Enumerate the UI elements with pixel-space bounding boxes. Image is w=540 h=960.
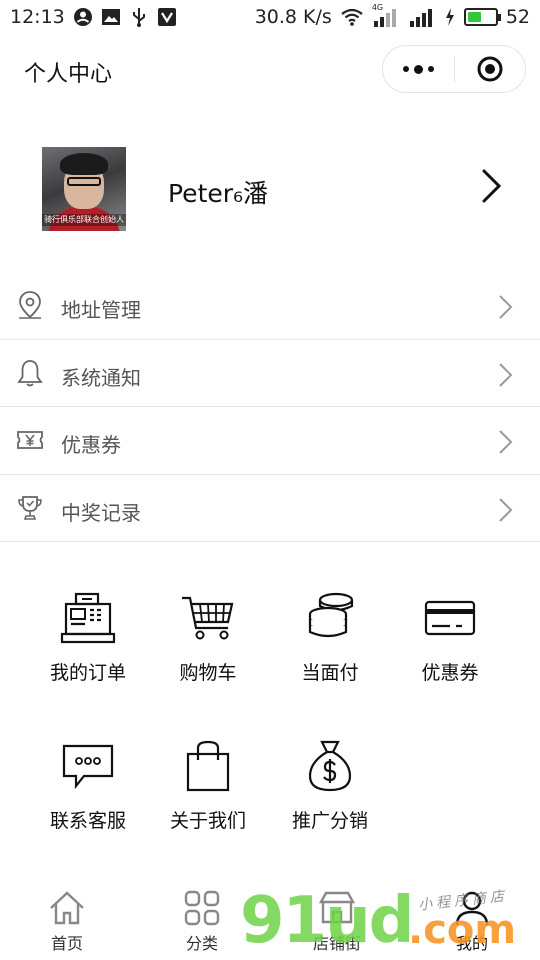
tab-mine[interactable]: 我的: [427, 884, 517, 960]
menu-item-label: 优惠券: [61, 433, 121, 457]
avatar[interactable]: 骑行俱乐部联合创始人: [42, 147, 126, 231]
grid-item-label: 购物车: [179, 662, 237, 684]
title-bar: 个人中心: [0, 34, 540, 106]
tab-store-street[interactable]: 店铺街: [292, 884, 382, 960]
chevron-right-icon: [499, 362, 513, 387]
location-pin-icon: [19, 291, 41, 319]
chevron-right-icon[interactable]: [480, 168, 504, 204]
chat-bubble-icon: [62, 744, 114, 790]
menu-item-prize-record[interactable]: 中奖记录: [0, 475, 540, 542]
store-icon: [318, 891, 356, 924]
chevron-right-icon: [499, 497, 513, 522]
grid-item-my-orders[interactable]: 我的订单: [28, 582, 148, 702]
usb-icon: [132, 8, 145, 27]
menu-list: 地址管理 系统通知 优惠券 中奖记录: [0, 272, 540, 542]
profile-card[interactable]: 骑行俱乐部联合创始人 Peter₆潘: [0, 128, 540, 248]
grid-item-face-pay[interactable]: 当面付: [270, 582, 390, 702]
wifi-icon: [341, 8, 363, 26]
status-time: 12:13: [10, 6, 65, 28]
money-bag-icon: [308, 740, 352, 792]
image-icon: [101, 9, 120, 25]
menu-item-label: 地址管理: [61, 298, 141, 322]
shopping-cart-icon: [182, 596, 234, 640]
coupon-ticket-icon: [17, 431, 43, 449]
target-circle-icon[interactable]: [455, 46, 526, 92]
tab-label: 我的: [455, 934, 488, 953]
home-icon: [50, 891, 84, 925]
feature-grid: 我的订单 购物车 当面付 优惠券 联系客服 关于我们 推广分销: [0, 572, 540, 872]
bell-icon: [17, 359, 43, 386]
miniprogram-capsule: [382, 45, 526, 93]
more-dots-icon[interactable]: [383, 46, 454, 92]
grid-item-label: 推广分销: [291, 810, 368, 832]
grid-item-coupon[interactable]: 优惠券: [390, 582, 510, 702]
network-speed: 30.8 K/s: [254, 6, 332, 28]
grid-item-label: 当面付: [301, 662, 359, 684]
menu-item-label: 中奖记录: [61, 500, 141, 525]
status-bar: 12:13 30.8 K/s 4G 52: [0, 0, 540, 34]
menu-item-label: 系统通知: [61, 365, 141, 390]
grid-row: 联系客服 关于我们 推广分销: [0, 722, 540, 872]
category-grid-icon: [184, 890, 220, 926]
card-icon: [424, 600, 476, 636]
page-title: 个人中心: [24, 62, 113, 87]
account-circle-icon: [73, 8, 92, 26]
avatar-caption: 骑行俱乐部联合创始人: [42, 214, 126, 226]
menu-item-notification[interactable]: 系统通知: [0, 340, 540, 407]
battery-level: 52: [505, 6, 530, 28]
signal-4g-icon: 4G: [372, 3, 400, 27]
grid-item-cart[interactable]: 购物车: [148, 582, 268, 702]
grid-item-label: 关于我们: [169, 810, 246, 832]
grid-item-label: 优惠券: [421, 662, 479, 684]
shopping-bag-icon: [186, 740, 230, 792]
battery-indicator: [463, 8, 501, 26]
chevron-right-icon: [499, 430, 513, 454]
cash-register-icon: [60, 592, 116, 644]
tab-category[interactable]: 分类: [157, 884, 247, 960]
signal-icon: [409, 9, 432, 27]
grid-row: 我的订单 购物车 当面付 优惠券: [0, 572, 540, 722]
grid-item-label: 我的订单: [49, 662, 126, 684]
coins-stack-icon: [308, 592, 354, 638]
grid-item-promotion[interactable]: 推广分销: [270, 730, 390, 850]
person-icon: [455, 891, 489, 926]
grid-item-customer-service[interactable]: 联系客服: [28, 730, 148, 850]
tab-label: 分类: [185, 934, 218, 953]
user-nickname: Peter₆潘: [168, 179, 269, 208]
tab-label: 店铺街: [312, 934, 361, 953]
trophy-icon: [18, 495, 42, 520]
vpn-shield-icon: [157, 8, 176, 26]
chevron-right-icon: [499, 295, 513, 319]
tab-label: 首页: [50, 934, 83, 953]
tab-home[interactable]: 首页: [22, 884, 112, 960]
grid-item-label: 联系客服: [49, 810, 126, 832]
menu-item-coupon[interactable]: 优惠券: [0, 407, 540, 475]
menu-item-address[interactable]: 地址管理: [0, 272, 540, 340]
tab-bar: 首页 分类 店铺街 我的: [0, 884, 540, 960]
charging-icon: [445, 8, 454, 26]
grid-item-about-us[interactable]: 关于我们: [148, 730, 268, 850]
